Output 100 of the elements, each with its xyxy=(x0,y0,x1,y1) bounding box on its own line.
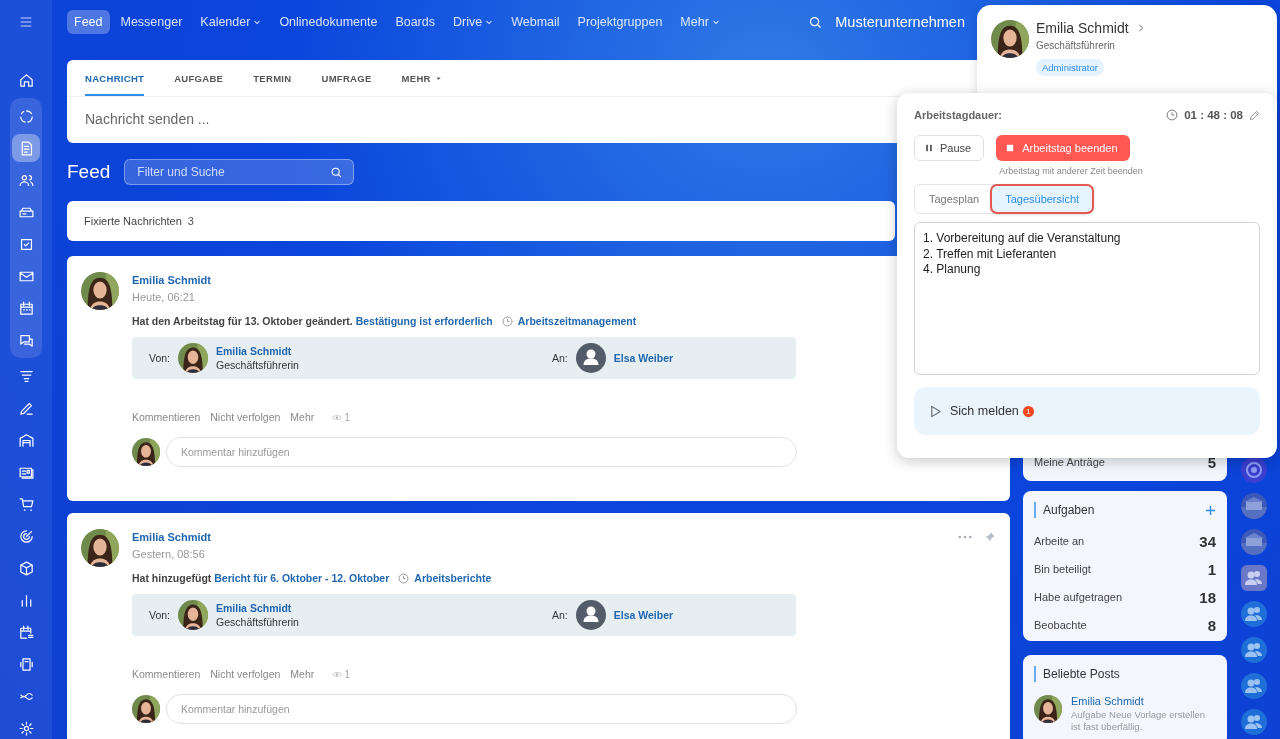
group-icon[interactable] xyxy=(1241,565,1267,591)
task-counter-row[interactable]: Arbeite an 34 xyxy=(1034,527,1216,555)
post-time: Heute, 06:21 xyxy=(132,291,196,303)
author-link[interactable]: Emilia Schmidt xyxy=(1071,695,1216,707)
worktime-tab[interactable]: Tagesplan xyxy=(916,186,993,212)
comment-field[interactable]: Kommentar hinzufügen xyxy=(166,437,797,467)
pencil-icon[interactable] xyxy=(1249,109,1260,121)
from-label: Von: xyxy=(149,609,171,621)
nav-tab[interactable]: Drive xyxy=(446,10,501,34)
company-name[interactable]: Musterunternehmen xyxy=(835,14,965,30)
view-count: 1 xyxy=(332,668,351,680)
action-link[interactable]: Kommentieren xyxy=(132,411,201,423)
task-counter-row[interactable]: Habe aufgetragen 18 xyxy=(1034,583,1216,611)
recipient-link[interactable]: Elsa Weiber xyxy=(613,609,674,621)
comment-field[interactable]: Kommentar hinzufügen xyxy=(166,694,797,724)
target-icon[interactable] xyxy=(1241,457,1267,483)
requests-count: 5 xyxy=(1207,453,1216,471)
composer-tab[interactable]: TERMIN xyxy=(253,60,292,96)
widget-title: Beliebte Posts xyxy=(1043,667,1120,681)
from-label: Von: xyxy=(149,352,171,364)
caret-icon xyxy=(485,18,494,26)
caret-icon xyxy=(434,75,442,82)
user-icon xyxy=(575,343,606,373)
confirmation-link[interactable]: Bestätigung ist erforderlich xyxy=(355,315,493,327)
box-icon xyxy=(17,559,35,577)
notification-badge: 1 xyxy=(1022,405,1034,417)
composer-tab[interactable]: AUFGABE xyxy=(174,60,224,96)
sender-link[interactable]: Emilia Schmidt xyxy=(216,345,299,357)
composer-tab[interactable]: MEHR xyxy=(401,60,442,96)
role-badge: Administrator xyxy=(1036,59,1104,76)
confirmation-link[interactable]: Bericht für 6. Oktober - 12. Oktober xyxy=(214,572,390,584)
pinned-count: 3 xyxy=(187,215,194,227)
action-link[interactable]: Nicht verfolgen xyxy=(210,668,281,680)
composer-tab[interactable]: UMFRAGE xyxy=(321,60,372,96)
view-count: 1 xyxy=(332,411,351,423)
post-text: Hat den Arbeitstag für 13. Oktober geändert. Bestätigung ist erforderlich xyxy=(132,315,493,327)
cart-icon xyxy=(17,495,35,513)
nav-tab[interactable]: Mehr xyxy=(673,10,727,34)
task-label: Arbeite an xyxy=(1034,535,1085,547)
task-label: Beobachte xyxy=(1034,619,1087,631)
add-icon[interactable] xyxy=(1205,504,1216,516)
profile-name[interactable]: Emilia Schmidt xyxy=(1036,20,1129,36)
nav-tab[interactable]: Projektgruppen xyxy=(570,10,670,34)
author-link[interactable]: Emilia Schmidt xyxy=(132,531,211,543)
action-link[interactable]: Mehr xyxy=(290,668,315,680)
nav-tab[interactable]: Onlinedokumente xyxy=(272,10,385,34)
end-other-time-link[interactable]: Arbeitstag mit anderer Zeit beenden xyxy=(999,166,1143,176)
home-icon xyxy=(17,71,35,89)
to-label: An: xyxy=(552,352,568,364)
clock-icon xyxy=(501,315,513,327)
duration-label: Arbeitstagdauer: xyxy=(914,109,1003,121)
requests-label[interactable]: Meine Anträge xyxy=(1034,456,1105,468)
nav-tab[interactable]: Feed xyxy=(67,10,110,34)
profile-role: Geschäftsführerin xyxy=(1036,40,1116,51)
composer-tab[interactable]: NACHRICHT xyxy=(85,60,145,96)
end-workday-button[interactable]: Arbeitstag beenden xyxy=(996,135,1130,161)
post-text: Hat hinzugefügt Bericht für 6. Oktober - 12. Oktober xyxy=(132,572,390,584)
sender-role: Geschäftsführerin xyxy=(216,359,299,371)
sender-link[interactable]: Emilia Schmidt xyxy=(216,602,299,614)
group-icon[interactable] xyxy=(1241,673,1267,699)
nav-tab[interactable]: Kalender xyxy=(193,10,269,34)
warehouse-icon xyxy=(17,431,35,449)
category-link[interactable]: Arbeitszeitmanagement xyxy=(517,315,637,327)
worktime-tab[interactable]: Tagesübersicht xyxy=(992,186,1093,212)
settings-icon xyxy=(17,719,35,737)
post-summary: Aufgabe Neue Vorlage erstellen ist fast überfällig. xyxy=(1071,709,1207,733)
sidebar-item[interactable] xyxy=(12,134,40,162)
task-label: Bin beteiligt xyxy=(1034,563,1091,575)
group-icon[interactable] xyxy=(1241,601,1267,627)
report-button[interactable]: Sich melden 1 xyxy=(914,387,1260,435)
task-count: 1 xyxy=(1207,560,1216,578)
recipient-link[interactable]: Elsa Weiber xyxy=(613,352,674,364)
nav-tab[interactable]: Messenger xyxy=(113,10,190,34)
action-link[interactable]: Nicht verfolgen xyxy=(210,411,281,423)
category-link[interactable]: Arbeitsberichte xyxy=(414,572,492,584)
sync-icon xyxy=(17,107,35,125)
post-time: Gestern, 08:56 xyxy=(132,548,206,560)
task-counter-row[interactable]: Beobachte 8 xyxy=(1034,611,1216,639)
author-link[interactable]: Emilia Schmidt xyxy=(132,274,211,286)
sender-role: Geschäftsführerin xyxy=(216,616,299,628)
caret-icon xyxy=(711,18,720,26)
pinned-bar[interactable]: Fixierte Nachrichten 3 xyxy=(67,201,895,241)
device-icon xyxy=(17,655,35,673)
group-icon[interactable] xyxy=(1241,637,1267,663)
nav-tab[interactable]: Webmail xyxy=(504,10,567,34)
pause-button[interactable]: Pause xyxy=(914,135,985,161)
calendar-list-icon xyxy=(17,623,35,641)
action-link[interactable]: Kommentieren xyxy=(132,668,201,680)
pinned-label: Fixierte Nachrichten xyxy=(84,215,182,227)
stop-icon xyxy=(1006,144,1015,152)
target-icon xyxy=(17,527,35,545)
nav-tab[interactable]: Boards xyxy=(388,10,442,34)
timer: 01 : 48 : 08 xyxy=(1184,109,1243,121)
action-link[interactable]: Mehr xyxy=(290,411,315,423)
pause-icon xyxy=(925,144,933,152)
task-counter-row[interactable]: Bin beteiligt 1 xyxy=(1034,555,1216,583)
play-icon xyxy=(929,404,942,418)
task-label: Habe aufgetragen xyxy=(1034,591,1123,603)
group-icon[interactable] xyxy=(1241,709,1267,735)
report-field[interactable]: 1. Vorbereitung auf die Veranstaltung 2. Treffen mit Lieferanten 4. Planung xyxy=(914,222,1260,375)
